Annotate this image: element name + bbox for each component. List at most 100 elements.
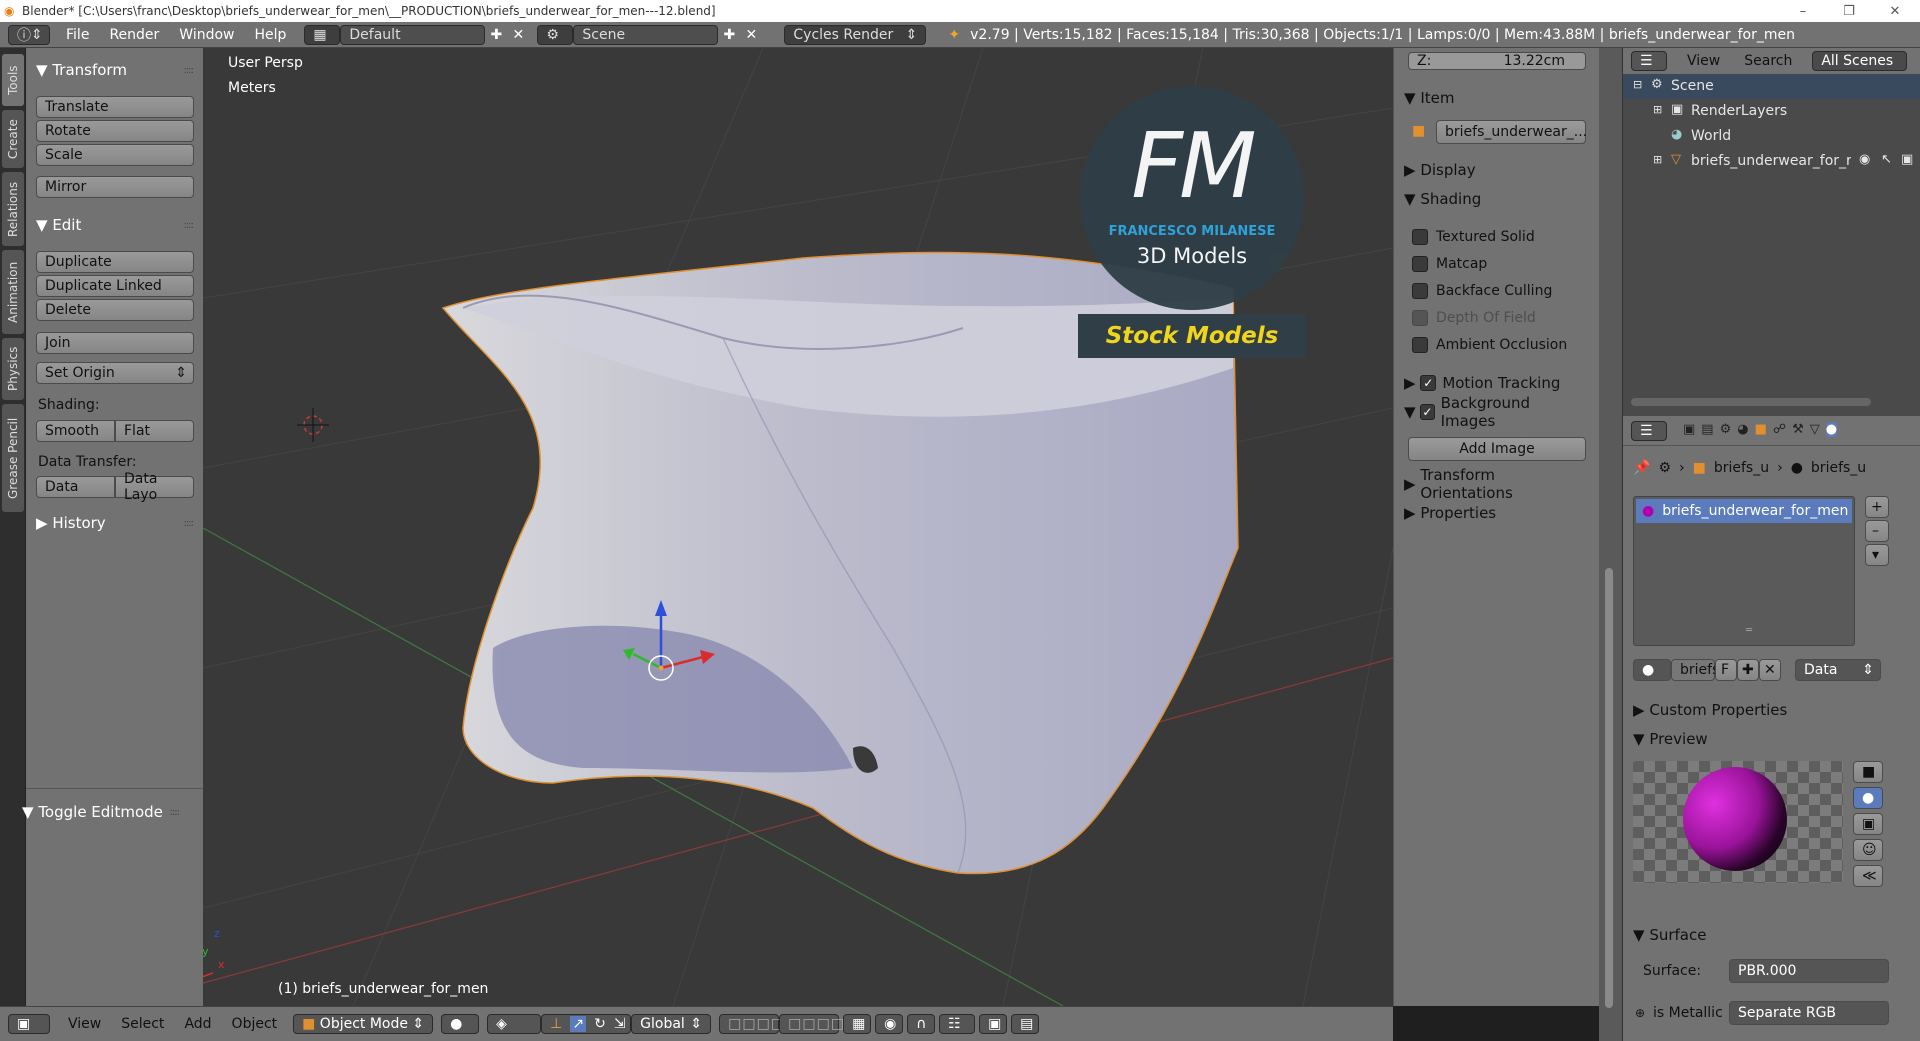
render-animation-button[interactable]: ▤: [1011, 1014, 1040, 1034]
viewport-editor-type[interactable]: ▣: [8, 1014, 50, 1034]
set-origin-dropdown[interactable]: Set Origin ⇕: [36, 362, 194, 384]
render-preview-button[interactable]: ▣: [979, 1014, 1008, 1034]
tab-tools[interactable]: Tools: [2, 54, 24, 106]
material-name-field[interactable]: briefs: [1671, 659, 1719, 681]
depth-of-field-checkbox[interactable]: [1412, 310, 1428, 326]
translate-manipulator-icon[interactable]: ↗: [570, 1016, 587, 1032]
layout-icon-button[interactable]: ▦: [304, 24, 341, 45]
tab-relations[interactable]: Relations: [2, 172, 24, 246]
manipulator-icon[interactable]: ⊥: [550, 1016, 562, 1032]
manipulator-toggles[interactable]: ⊥ ↗ ↻ ⇲: [541, 1014, 632, 1034]
outliner-row-renderlayers[interactable]: ⊞ ▣ RenderLayers: [1623, 99, 1920, 124]
layout-selector[interactable]: Default: [340, 24, 486, 45]
link-icon[interactable]: ⊕: [1635, 1006, 1645, 1020]
add-layout-button[interactable]: ✚: [485, 25, 507, 45]
interaction-mode-dropdown[interactable]: ■ Object Mode ⇕: [293, 1014, 434, 1034]
menu-render[interactable]: Render: [99, 27, 169, 43]
scene-icon-button[interactable]: ⚙: [537, 24, 574, 45]
shading-panel-header[interactable]: ▼ Shading: [1394, 187, 1571, 211]
outliner-row-scene[interactable]: ⊟ ⚙ Scene: [1623, 74, 1920, 99]
render-engine-selector[interactable]: Cycles Render ⇕: [784, 24, 927, 45]
preview-header[interactable]: ▼ Preview: [1623, 727, 1920, 751]
translate-button[interactable]: Translate: [36, 96, 194, 118]
transform-orientation-dropdown[interactable]: Global ⇕: [631, 1014, 712, 1034]
scrollbar-thumb[interactable]: [1605, 568, 1613, 1008]
pin-icon[interactable]: 📌: [1633, 460, 1650, 476]
properties-editor-type[interactable]: ☰: [1631, 421, 1667, 441]
new-material-button[interactable]: ✚: [1737, 659, 1759, 681]
z-location-field[interactable]: Z: 13.22cm: [1408, 52, 1586, 70]
tab-create[interactable]: Create: [2, 110, 24, 168]
remove-slot-button[interactable]: –: [1865, 520, 1889, 542]
add-image-button[interactable]: Add Image: [1408, 437, 1586, 461]
mirror-button[interactable]: Mirror: [36, 176, 194, 198]
outliner-scrollbar[interactable]: [1631, 398, 1871, 406]
material-browse-button[interactable]: ●: [1633, 659, 1671, 681]
edit-panel-header[interactable]: ▼ Edit::::: [26, 213, 203, 237]
viewport-shading-dropdown[interactable]: ●: [441, 1014, 480, 1034]
is-metallic-dropdown[interactable]: Separate RGB: [1729, 1001, 1889, 1025]
editor-type-button[interactable]: ⓘ ⇕: [8, 24, 50, 45]
3d-viewport[interactable]: User Persp Meters (1) briefs_underwear_f…: [203, 48, 1393, 1006]
snap-element-dropdown[interactable]: ☷: [939, 1014, 976, 1034]
outliner-row-world[interactable]: ◕ World: [1623, 124, 1920, 149]
object-name-field[interactable]: briefs_underwear_...: [1436, 120, 1587, 144]
motion-tracking-panel-header[interactable]: ▶ ✓ Motion Tracking: [1394, 371, 1571, 395]
fake-user-button[interactable]: F: [1715, 659, 1737, 681]
history-panel-header[interactable]: ▶ History::::: [26, 511, 203, 535]
object-tab-icon[interactable]: ■: [1755, 422, 1767, 437]
join-button[interactable]: Join: [36, 332, 194, 354]
motion-tracking-checkbox[interactable]: ✓: [1420, 375, 1437, 391]
render-camera-icon[interactable]: ▣: [1901, 152, 1913, 167]
duplicate-button[interactable]: Duplicate: [36, 251, 194, 273]
remove-layout-button[interactable]: ✕: [507, 25, 529, 45]
scale-manipulator-icon[interactable]: ⇲: [614, 1016, 626, 1032]
render-layers-tab-icon[interactable]: ▤: [1701, 422, 1713, 437]
ambient-occlusion-checkbox[interactable]: [1412, 337, 1428, 353]
toggle-editmode-panel-header[interactable]: ▼ Toggle Editmode::::: [12, 800, 189, 824]
region-scrollbar[interactable]: [1599, 48, 1622, 1041]
delete-button[interactable]: Delete: [36, 299, 194, 321]
scene-tab-icon[interactable]: ⚙: [1720, 422, 1732, 437]
menu-object[interactable]: Object: [222, 1016, 288, 1032]
outliner-filter-dropdown[interactable]: All Scenes: [1812, 51, 1908, 71]
add-scene-button[interactable]: ✚: [718, 25, 740, 45]
preview-flat-button[interactable]: ■: [1853, 761, 1883, 783]
tab-physics[interactable]: Physics: [2, 338, 24, 400]
unlink-material-button[interactable]: ✕: [1759, 659, 1781, 681]
transform-panel-header[interactable]: ▼ Transform::::: [26, 58, 203, 82]
item-panel-header[interactable]: ▼ Item: [1394, 86, 1571, 110]
outliner-row-object[interactable]: ⊞ ▽ briefs_underwear_for_r ◉ ↖ ▣: [1623, 149, 1920, 174]
preview-hair-button[interactable]: ≪: [1853, 865, 1883, 887]
surface-header[interactable]: ▼ Surface: [1623, 923, 1920, 947]
scale-button[interactable]: Scale: [36, 144, 194, 166]
preview-monkey-button[interactable]: ☺: [1853, 839, 1883, 861]
add-slot-button[interactable]: +: [1865, 496, 1889, 518]
resize-handle-icon[interactable]: ═: [1746, 625, 1752, 636]
lock-layers-button[interactable]: ▦: [843, 1014, 872, 1034]
pivot-point-dropdown[interactable]: ◈: [487, 1014, 542, 1034]
surface-shader-dropdown[interactable]: PBR.000: [1729, 959, 1889, 983]
link-mode-dropdown[interactable]: Data ⇕: [1795, 659, 1881, 681]
layer-buttons-row-1[interactable]: □□□□□: [719, 1014, 798, 1034]
material-slot-row[interactable]: ● briefs_underwear_for_men: [1636, 499, 1852, 523]
outliner-editor-type[interactable]: ☰: [1631, 51, 1667, 71]
display-panel-header[interactable]: ▶ Display: [1394, 158, 1571, 182]
background-images-checkbox[interactable]: ✓: [1420, 404, 1435, 420]
preview-cube-button[interactable]: ▣: [1853, 813, 1883, 835]
menu-file[interactable]: File: [56, 27, 99, 43]
minimize-button[interactable]: –: [1780, 0, 1826, 22]
custom-properties-header[interactable]: ▶ Custom Properties: [1623, 698, 1920, 722]
tab-animation[interactable]: Animation: [2, 250, 24, 334]
remove-scene-button[interactable]: ✕: [740, 25, 762, 45]
proportional-edit-button[interactable]: ◉: [875, 1014, 904, 1034]
close-button[interactable]: ✕: [1872, 0, 1918, 22]
matcap-checkbox[interactable]: [1412, 256, 1428, 272]
shade-flat-button[interactable]: Flat: [115, 420, 194, 442]
cursor-select-icon[interactable]: ↖: [1881, 152, 1892, 167]
world-tab-icon[interactable]: ◕: [1737, 422, 1748, 437]
3d-cursor[interactable]: [297, 408, 329, 442]
render-tab-icon[interactable]: ▣: [1683, 422, 1695, 437]
layer-buttons-row-2[interactable]: □□□□□: [779, 1014, 858, 1034]
modifiers-tab-icon[interactable]: ⚒: [1792, 422, 1804, 437]
